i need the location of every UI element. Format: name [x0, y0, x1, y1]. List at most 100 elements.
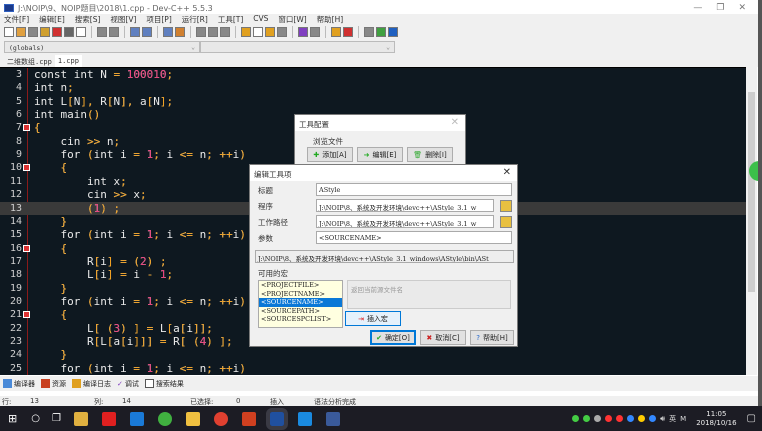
fold-toggle-icon[interactable] [23, 311, 30, 319]
macro-item[interactable]: <SOURCEPATH> [259, 307, 342, 316]
toolbar-button-icon[interactable] [298, 26, 308, 37]
tray-icon[interactable] [583, 415, 591, 422]
close-button[interactable]: ✕ [738, 3, 746, 13]
vertical-scrollbar[interactable] [746, 67, 757, 375]
clock[interactable]: 11:05 2018/10/16 [696, 410, 736, 428]
toolbar-button-icon[interactable] [253, 26, 263, 37]
menu-item[interactable]: 编辑[E] [39, 14, 65, 24]
code-line[interactable]: 25 for (int i = 1; i <= n; ++i) ( = 1; <… [0, 362, 746, 375]
maximize-button[interactable]: ❐ [716, 3, 724, 13]
tab-2d-array[interactable]: 二维数组.cpp [4, 55, 55, 67]
tray-icon[interactable] [627, 415, 635, 422]
symbol-combo[interactable]: ⌄ [200, 41, 395, 53]
menu-item[interactable]: 视图[V] [110, 14, 136, 24]
notification-icon[interactable]: ▢ [747, 413, 756, 424]
tab-compile-log[interactable]: 编译日志 [72, 379, 111, 389]
params-field[interactable]: <SOURCENAME> [316, 231, 512, 244]
program-field[interactable]: J:\NOIP\8、系统及开发环境\devc++\AStyle_3.1_w [316, 199, 494, 212]
menu-item[interactable]: 搜索[S] [75, 14, 101, 24]
tray-icon[interactable] [572, 415, 580, 422]
title-field[interactable]: AStyle [316, 183, 512, 196]
close-icon[interactable]: ✕ [451, 117, 459, 128]
chrome-icon[interactable] [213, 411, 228, 426]
macros-list[interactable]: <PROJECTFILE> <PROJECTNAME> <SOURCENAME> <S… [258, 280, 343, 328]
toolbar-button-icon[interactable] [28, 26, 38, 37]
toolbar-button-icon[interactable] [376, 26, 386, 37]
task-view-icon[interactable]: ❐ [52, 413, 61, 424]
menu-item[interactable]: 窗口[W] [278, 14, 306, 24]
toolbar-button-icon[interactable] [220, 26, 230, 37]
toolbar-button-icon[interactable] [208, 26, 218, 37]
app-blue-icon[interactable] [297, 411, 312, 426]
toolbar-button-icon[interactable] [130, 26, 140, 37]
toolbar-button-icon[interactable] [277, 26, 287, 37]
edge-icon[interactable] [129, 411, 144, 426]
menu-item[interactable]: 项目[P] [146, 14, 171, 24]
menu-item[interactable]: 帮助[H] [317, 14, 344, 24]
macro-item[interactable]: <SOURCENAME> [259, 298, 342, 307]
insert-macro-button[interactable]: ⇥ 插入宏 [345, 311, 401, 326]
add-button[interactable]: ✚ 添加[A] [307, 147, 353, 162]
ime-mode[interactable]: M [680, 415, 686, 423]
cortana-icon[interactable]: ○ [31, 413, 40, 424]
toolbar-button-icon[interactable] [241, 26, 251, 37]
code-line[interactable]: 5 int L[N], R[N], a[N]; [ ], [ ], [ ]; [0, 95, 746, 108]
tab-1-cpp[interactable]: 1.cpp [54, 55, 82, 67]
toolbar-button-icon[interactable] [16, 26, 26, 37]
qq-icon[interactable] [605, 415, 613, 422]
toolbar-button-icon[interactable] [364, 26, 374, 37]
edit-button[interactable]: ➜ 编辑[E] [357, 147, 403, 162]
toolbar-button-icon[interactable] [310, 26, 320, 37]
volume-icon[interactable]: 🔊︎ [660, 414, 665, 424]
toolbar-button-icon[interactable] [52, 26, 62, 37]
help-button[interactable]: ? 帮助[H] [470, 330, 514, 345]
menu-item[interactable]: 文件[F] [4, 14, 29, 24]
toolbar-button-icon[interactable] [163, 26, 173, 37]
ime-indicator[interactable]: 英 [669, 414, 676, 424]
tab-resources[interactable]: 资源 [41, 379, 66, 389]
menu-item[interactable]: CVS [253, 14, 268, 24]
tray-icon[interactable] [594, 415, 602, 422]
powerpoint-icon[interactable] [241, 411, 256, 426]
toolbar-button-icon[interactable] [64, 26, 74, 37]
toolbar-button-icon[interactable] [40, 26, 50, 37]
ok-button[interactable]: ✔ 确定[O] [370, 330, 416, 345]
toolbar-button-icon[interactable] [331, 26, 341, 37]
workdir-field[interactable]: J:\NOIP\8、系统及开发环境\devc++\AStyle_3.1_w [316, 215, 494, 228]
toolbar-button-icon[interactable] [76, 26, 86, 37]
minimize-button[interactable]: — [693, 3, 702, 13]
toolbar-button-icon[interactable] [4, 26, 14, 37]
toolbar-button-icon[interactable] [196, 26, 206, 37]
app-pen-icon[interactable] [325, 411, 340, 426]
code-line[interactable]: 24 } } [0, 348, 746, 361]
fold-toggle-icon[interactable] [23, 244, 30, 252]
macro-item[interactable]: <SOURCESPCLIST> [259, 315, 342, 324]
bluetooth-icon[interactable] [649, 415, 657, 422]
tab-compiler[interactable]: 编译器 [3, 379, 35, 389]
toolbar-button-icon[interactable] [343, 26, 353, 37]
scrollbar-thumb[interactable] [748, 92, 755, 292]
menu-item[interactable]: 工具[T] [218, 14, 243, 24]
close-icon[interactable]: ✕ [503, 167, 511, 178]
macro-item[interactable]: <PROJECTFILE> [259, 281, 342, 290]
start-windows-icon[interactable]: ⊞ [8, 412, 17, 425]
toolbar-button-icon[interactable] [142, 26, 152, 37]
browse-folder-icon[interactable] [500, 216, 512, 228]
toolbar-button-icon[interactable] [265, 26, 275, 37]
code-line[interactable]: 3 const int N = 100010; = 100010; [0, 68, 746, 81]
delete-button[interactable]: 🗑︎ 删除[I] [407, 147, 453, 162]
fold-toggle-icon[interactable] [23, 164, 30, 172]
macro-item[interactable]: <PROJECTNAME> [259, 290, 342, 299]
toolbar-button-icon[interactable] [388, 26, 398, 37]
tab-search-results[interactable]: 搜索结果 [144, 379, 184, 389]
toolbar-button-icon[interactable] [109, 26, 119, 37]
code-line[interactable]: 4 int n; ; [0, 81, 746, 94]
devcpp-taskbar-icon[interactable] [265, 407, 288, 430]
tab-debug[interactable]: ✓ 调试 [117, 379, 139, 389]
toolbar-button-icon[interactable] [97, 26, 107, 37]
file-explorer-icon[interactable] [185, 411, 200, 426]
app-icon[interactable] [73, 411, 88, 426]
youdao-icon[interactable] [101, 411, 116, 426]
qq-icon[interactable] [616, 415, 624, 422]
menu-item[interactable]: 运行[R] [182, 14, 208, 24]
